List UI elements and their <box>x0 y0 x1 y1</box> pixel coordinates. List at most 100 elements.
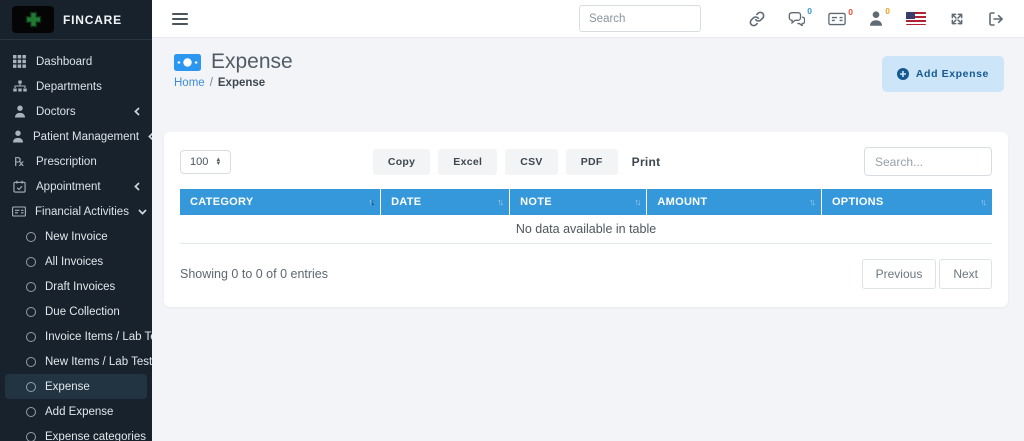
sidebar-subitem-all-invoices[interactable]: All Invoices <box>0 249 152 274</box>
next-button[interactable]: Next <box>939 259 992 289</box>
csv-button[interactable]: CSV <box>505 148 558 175</box>
fullscreen-icon[interactable] <box>949 11 965 27</box>
breadcrumb-home-link[interactable]: Home <box>174 77 205 89</box>
sidebar-subitem-add-expense[interactable]: Add Expense <box>0 399 152 424</box>
page-header: Expense Home / Expense Add Expense <box>162 48 1008 92</box>
sidebar-item-label: Appointment <box>36 180 101 193</box>
topbar-search-input[interactable] <box>579 5 701 32</box>
sidebar-subitem-label: All Invoices <box>45 255 104 268</box>
sidebar-subitem-label: New Items / Lab Tests <box>45 355 152 368</box>
empty-row: No data available in table <box>180 215 992 244</box>
chat-badge: 0 <box>807 6 812 16</box>
radio-circle-icon <box>26 256 36 267</box>
topbar-icons: 0 0 0 <box>749 6 1004 27</box>
column-header-amount[interactable]: AMOUNT ↑↓ <box>646 189 822 215</box>
sidebar-subitem-label: Due Collection <box>45 305 120 318</box>
user-icon[interactable]: 0 <box>869 6 890 26</box>
pdf-button[interactable]: PDF <box>565 148 618 175</box>
sidebar-subitem-new-items-lab-tests[interactable]: New Items / Lab Tests <box>0 349 152 374</box>
brand-name: FINCARE <box>63 12 122 27</box>
expense-table-card: 100 ▲▼ Copy Excel CSV PDF Print CATEGORY <box>164 132 1008 307</box>
payment-icon[interactable]: 0 <box>828 7 853 26</box>
page-size-value: 100 <box>190 155 209 168</box>
sidebar-subitem-new-invoice[interactable]: New Invoice <box>0 224 152 249</box>
sort-icon: ↑↓ <box>368 197 375 207</box>
sidebar-item-doctors[interactable]: Doctors <box>0 99 152 124</box>
patient-icon <box>12 130 24 143</box>
sidebar-item-patient-management[interactable]: Patient Management <box>0 124 152 149</box>
copy-button[interactable]: Copy <box>372 148 431 175</box>
user-badge: 0 <box>885 6 890 16</box>
print-button[interactable]: Print <box>626 148 667 176</box>
radio-circle-icon <box>26 431 36 441</box>
sort-icon: ↑↓ <box>980 197 987 207</box>
money-bill-icon <box>174 53 201 72</box>
export-buttons: Copy Excel CSV PDF Print <box>372 148 667 176</box>
main-area: 0 0 0 <box>152 0 1024 441</box>
grid-icon <box>12 55 27 68</box>
table-controls: 100 ▲ ▼ Copy Excel CSV PDF Print <box>180 147 992 176</box>
expense-table: CATEGORY ↑↓ DATE ↑↓ NOTE ↑↓ AMOUNT ↑↓ OP… <box>180 189 992 244</box>
previous-button[interactable]: Previous <box>861 259 937 289</box>
chevron-down-icon <box>138 208 147 215</box>
sidebar-subitem-draft-invoices[interactable]: Draft Invoices <box>0 274 152 299</box>
table-search-input[interactable] <box>864 147 992 176</box>
page-title-block: Expense Home / Expense <box>174 50 293 89</box>
radio-circle-icon <box>26 331 36 342</box>
column-header-category[interactable]: CATEGORY ↑↓ <box>180 189 381 215</box>
column-header-note[interactable]: NOTE ↑↓ <box>509 189 647 215</box>
topbar: 0 0 0 <box>152 0 1024 38</box>
sidebar-item-label: Financial Activities <box>35 205 129 218</box>
sidebar-item-dashboard[interactable]: Dashboard <box>0 49 152 74</box>
rx-icon: ℞ <box>14 154 25 169</box>
chat-icon[interactable]: 0 <box>788 6 812 26</box>
add-expense-label: Add Expense <box>915 68 989 80</box>
sidebar-subitem-invoice-items-lab-tests[interactable]: Invoice Items / Lab Tests <box>0 324 152 349</box>
payment-badge: 0 <box>848 6 853 17</box>
table-footer: Showing 0 to 0 of 0 entries Previous Nex… <box>180 259 992 289</box>
excel-button[interactable]: Excel <box>438 148 498 175</box>
sitemap-icon <box>12 80 27 93</box>
column-header-date[interactable]: DATE ↑↓ <box>380 189 510 215</box>
sidebar-item-label: Dashboard <box>36 55 93 68</box>
sidebar-item-prescription[interactable]: ℞ Prescription <box>0 149 152 174</box>
sidebar: FINCARE Dashboard Departments Doctors Pa… <box>0 0 152 441</box>
page-title: Expense <box>211 50 293 73</box>
fincare-cross-icon <box>12 6 54 33</box>
sort-icon: ↑↓ <box>808 197 816 207</box>
us-flag-icon[interactable] <box>906 12 926 25</box>
logout-icon[interactable] <box>988 11 1004 27</box>
hamburger-menu-icon[interactable] <box>172 12 188 25</box>
plus-circle-icon <box>896 68 909 80</box>
sidebar-item-label: Departments <box>36 80 102 93</box>
table-info: Showing 0 to 0 of 0 entries <box>180 267 329 281</box>
page-size-select[interactable]: 100 ▲ ▼ <box>180 149 232 174</box>
doctor-icon <box>12 105 27 118</box>
sidebar-item-departments[interactable]: Departments <box>0 74 152 99</box>
sidebar-subitem-due-collection[interactable]: Due Collection <box>0 299 152 324</box>
sort-icon: ↑↓ <box>497 197 504 207</box>
sidebar-item-label: Patient Management <box>33 130 140 143</box>
breadcrumb: Home / Expense <box>174 77 293 89</box>
sidebar-subitem-expense[interactable]: Expense <box>5 374 147 399</box>
breadcrumb-current: Expense <box>217 77 266 89</box>
link-icon[interactable] <box>749 11 765 27</box>
column-header-options[interactable]: OPTIONS ↑↓ <box>820 189 992 215</box>
brand-logo[interactable]: FINCARE <box>0 0 152 40</box>
sidebar-subitem-label: Expense categories <box>45 430 147 441</box>
sort-icon: ↑↓ <box>634 197 641 207</box>
sidebar-item-financial-activities[interactable]: Financial Activities <box>0 199 152 224</box>
radio-circle-icon <box>26 231 36 242</box>
sidebar-menu: Dashboard Departments Doctors Patient Ma… <box>0 40 152 441</box>
sidebar-subitem-expense-categories[interactable]: Expense categories <box>0 424 152 441</box>
radio-circle-icon <box>26 406 36 417</box>
sidebar-item-appointment[interactable]: Appointment <box>0 174 152 199</box>
calendar-icon <box>12 180 27 193</box>
sidebar-item-label: Doctors <box>36 105 76 118</box>
empty-message: No data available in table <box>180 215 992 244</box>
add-expense-button[interactable]: Add Expense <box>881 56 1004 92</box>
sidebar-item-label: Prescription <box>36 155 97 168</box>
sidebar-subitem-label: Invoice Items / Lab Tests <box>45 330 152 343</box>
chevron-left-icon <box>134 182 140 191</box>
content: Expense Home / Expense Add Expense 100 ▲… <box>152 38 1024 441</box>
